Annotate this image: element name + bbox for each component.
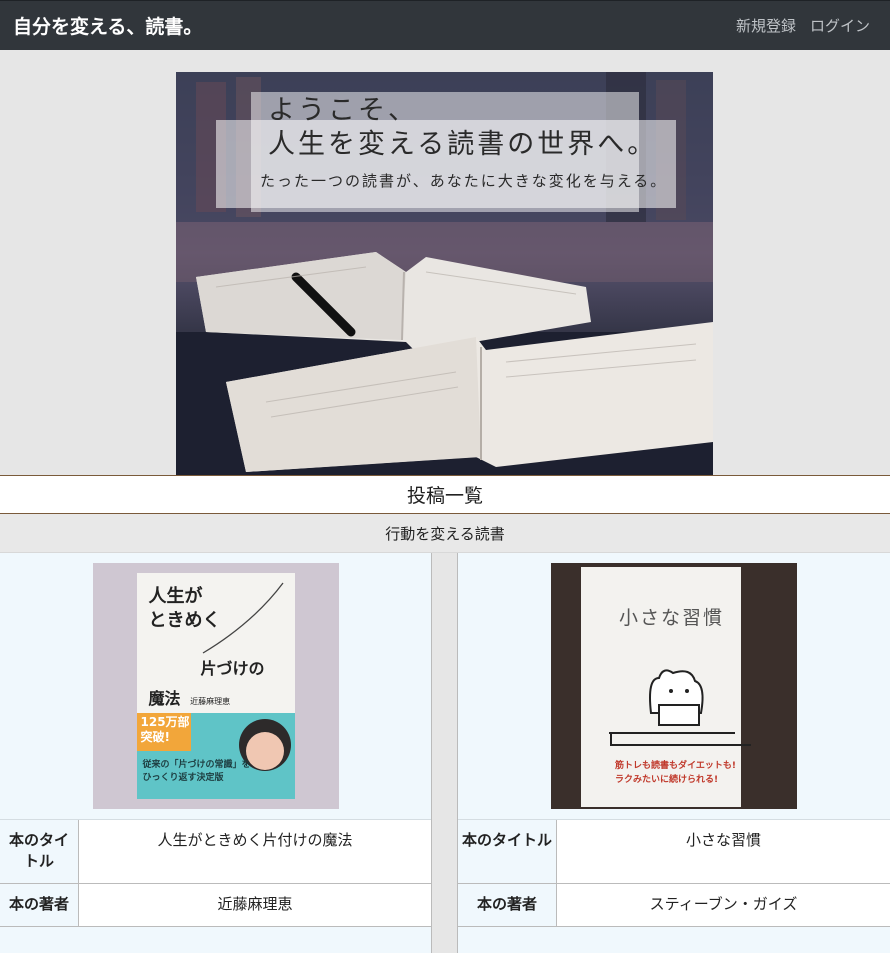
book-title-label: 本のタイトル (458, 820, 557, 883)
signup-link[interactable]: 新規登録 (736, 15, 796, 36)
nav-links: 新規登録 ログイン (736, 15, 870, 36)
hero-image: ようこそ、 人生を変える読書の世界へ。 たった一つの読書が、あなたに大きな変化を… (176, 72, 713, 475)
book-author-value: 近藤麻理恵 (79, 884, 431, 926)
book-author-row: 本の著者 スティーブン・ガイズ (458, 884, 890, 927)
hero-section: ようこそ、 人生を変える読書の世界へ。 たった一つの読書が、あなたに大きな変化を… (0, 50, 890, 475)
cover-badge-line2: 突破! (140, 730, 170, 744)
book-title-row: 本のタイトル 人生がときめく片付けの魔法 (0, 820, 431, 884)
cover-blurb-line1: 従来の「片づけの常識」を (142, 760, 251, 770)
cover-tagline-line1: 筋トレも読書もダイエットも! (615, 761, 737, 771)
book-author-label: 本の著者 (458, 884, 557, 926)
post-list: 人生が ときめく 片づけの 魔法 近藤麻理恵 125万部 突破! 従来の「片づけ… (0, 553, 890, 953)
cover-title-line4: 魔法 (148, 689, 181, 708)
cover-badge-line1: 125万部 (140, 715, 190, 729)
book-author-row: 本の著者 近藤麻理恵 (0, 884, 431, 927)
top-navbar: 自分を変える、読書。 新規登録 ログイン (0, 0, 890, 50)
book-title-value: 人生がときめく片付けの魔法 (79, 820, 431, 883)
book-author-value: スティーブン・ガイズ (557, 884, 890, 926)
post-card[interactable]: 人生が ときめく 片づけの 魔法 近藤麻理恵 125万部 突破! 従来の「片づけ… (0, 553, 432, 953)
post-card[interactable]: 小さな習慣 筋トレも読書もダイエットも! ラクみたいに続けられる! 本のタイトル… (457, 553, 890, 953)
cover-title-line3: 片づけの (200, 659, 265, 678)
cover-title-line2: ときめく (148, 610, 221, 631)
site-brand[interactable]: 自分を変える、読書。 (13, 12, 202, 39)
cover-title: 小さな習慣 (619, 607, 725, 629)
category-title: 行動を変える読書 (0, 514, 890, 553)
hero-tagline: たった一つの読書が、あなたに大きな変化を与える。 (260, 172, 668, 190)
book-cover-image[interactable]: 人生が ときめく 片づけの 魔法 近藤麻理恵 125万部 突破! 従来の「片づけ… (92, 563, 339, 809)
book-cover-wrap: 小さな習慣 筋トレも読書もダイエットも! ラクみたいに続けられる! (458, 553, 890, 820)
login-link[interactable]: ログイン (810, 15, 870, 36)
hero-greeting: ようこそ、 (268, 95, 418, 126)
book-author-label: 本の著者 (0, 884, 79, 926)
book-cover-wrap: 人生が ときめく 片づけの 魔法 近藤麻理恵 125万部 突破! 従来の「片づけ… (0, 553, 431, 820)
cover-author: 近藤麻理恵 (190, 697, 231, 706)
hero-text: ようこそ、 人生を変える読書の世界へ。 たった一つの読書が、あなたに大きな変化を… (260, 94, 667, 191)
cover-tagline-line2: ラクみたいに続けられる! (615, 775, 719, 785)
book-title-row: 本のタイトル 小さな習慣 (458, 820, 890, 884)
cover-blurb-line2: ひっくり返す決定版 (142, 773, 224, 783)
book-title-label: 本のタイトル (0, 820, 79, 883)
section-title: 投稿一覧 (0, 475, 890, 514)
book-cover-image[interactable]: 小さな習慣 筋トレも読書もダイエットも! ラクみたいに続けられる! (551, 563, 797, 809)
book-title-value: 小さな習慣 (557, 820, 890, 883)
cover-title-line1: 人生が (148, 586, 203, 607)
hero-headline: 人生を変える読書の世界へ。 (268, 129, 658, 160)
